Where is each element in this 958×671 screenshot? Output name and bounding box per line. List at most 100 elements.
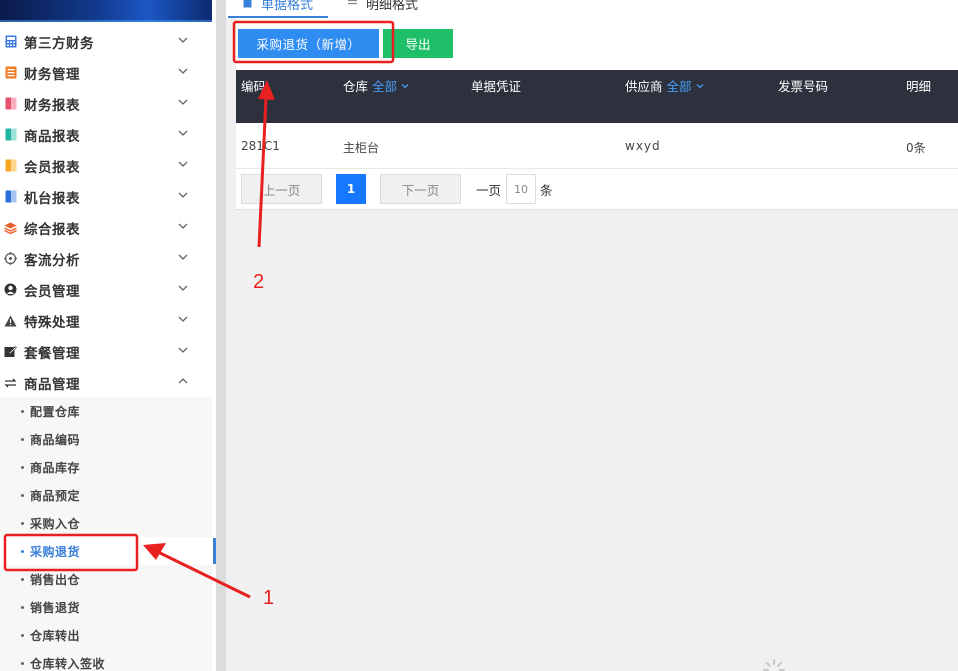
edit-icon	[4, 345, 17, 358]
per-page-unit: 条	[540, 183, 553, 198]
sidebar-item-label: 会员报表	[24, 159, 80, 176]
chevron-down-icon	[178, 285, 188, 291]
purchase-return-new-button[interactable]: 采购退货（新增）	[238, 29, 379, 58]
column-header-code: 编码	[241, 76, 266, 95]
finance-report-icon	[4, 97, 17, 110]
tab-label: 单据格式	[261, 0, 314, 13]
submenu-item-label: 商品库存	[30, 460, 81, 475]
export-button[interactable]: 导出	[383, 29, 453, 58]
sidebar-item-label: 客流分析	[24, 252, 80, 269]
sidebar-item-label: 机台报表	[24, 190, 80, 207]
target-icon	[4, 252, 17, 265]
chevron-down-icon[interactable]	[696, 82, 704, 90]
tab-label: 明细格式	[366, 0, 419, 13]
submenu-item-label: 销售退货	[30, 600, 81, 615]
goods-report-icon	[4, 128, 17, 141]
per-page-input[interactable]	[506, 174, 536, 204]
header-label: 供应商	[625, 79, 663, 94]
sidebar-item-finance-report[interactable]: 财务报表	[0, 88, 212, 119]
sidebar-item-comprehensive-report[interactable]: 综合报表	[0, 212, 212, 243]
header-label: 仓库	[343, 79, 369, 94]
chevron-down-icon	[178, 223, 188, 229]
sidebar-item-package-management[interactable]: 套餐管理	[0, 336, 212, 367]
sidebar-item-label: 综合报表	[24, 221, 80, 238]
tab-detail-format[interactable]: 明细格式	[348, 0, 418, 13]
sidebar-item-traffic-analysis[interactable]: 客流分析	[0, 243, 212, 274]
per-page-label: 一页	[476, 183, 502, 198]
loading-spinner-icon	[763, 659, 785, 671]
submenu-item-label: 商品编码	[30, 432, 81, 447]
page-number-button[interactable]: 1	[336, 174, 366, 204]
sidebar-item-goods-management[interactable]: 商品管理	[0, 367, 212, 398]
bullet-icon	[21, 549, 24, 553]
annotation-marker-1: 1	[263, 587, 275, 609]
list-icon	[348, 0, 357, 10]
column-header-supplier: 供应商 全部	[625, 76, 704, 95]
sidebar-item-label: 商品管理	[24, 376, 80, 393]
cell-warehouse: 主柜台	[343, 141, 380, 155]
chevron-down-icon[interactable]	[401, 82, 409, 90]
submenu-item-label: 配置仓库	[30, 404, 81, 419]
column-header-detail: 明细	[906, 76, 931, 95]
swap-icon	[4, 376, 17, 389]
submenu-item-sales-out[interactable]: 销售出仓	[0, 565, 212, 593]
submenu-item-purchase-in[interactable]: 采购入仓	[0, 509, 212, 537]
user-icon	[4, 283, 17, 296]
sidebar-item-label: 第三方财务	[24, 35, 94, 52]
column-header-voucher: 单据凭证	[471, 76, 521, 95]
submenu-item-sales-return[interactable]: 销售退货	[0, 593, 212, 621]
sidebar-item-special-handling[interactable]: 特殊处理	[0, 305, 212, 336]
machine-report-icon	[4, 190, 17, 203]
sidebar-item-label: 特殊处理	[24, 314, 80, 331]
chevron-down-icon	[178, 99, 188, 105]
submenu-item-warehouse-transfer-out[interactable]: 仓库转出	[0, 621, 212, 649]
sidebar-banner	[0, 0, 212, 22]
submenu-item-goods-code[interactable]: 商品编码	[0, 425, 212, 453]
submenu-item-label: 商品预定	[30, 488, 81, 503]
sidebar-item-member-management[interactable]: 会员管理	[0, 274, 212, 305]
chevron-down-icon	[178, 37, 188, 43]
cell-supplier: wxyd	[625, 139, 661, 153]
column-header-warehouse: 仓库 全部	[343, 76, 409, 95]
submenu-item-label: 销售出仓	[30, 572, 81, 587]
submenu-item-warehouse-transfer-in[interactable]: 仓库转入签收	[0, 649, 212, 671]
prev-page-button[interactable]: 上一页	[241, 174, 322, 204]
member-report-icon	[4, 159, 17, 172]
submenu-item-config-warehouse[interactable]: 配置仓库	[0, 397, 212, 425]
sidebar-item-third-party-finance[interactable]: 第三方财务	[0, 26, 212, 57]
chevron-down-icon	[178, 316, 188, 322]
bullet-icon	[21, 661, 24, 665]
submenu-item-label: 采购入仓	[30, 516, 81, 531]
sidebar-scrollbar[interactable]	[216, 0, 226, 671]
table-row[interactable]: 281C1 主柜台 wxyd 0条	[236, 123, 958, 169]
sidebar-item-member-report[interactable]: 会员报表	[0, 150, 212, 181]
header-label: 发票号码	[778, 79, 829, 94]
bullet-icon	[21, 577, 24, 581]
sidebar-item-label: 商品报表	[24, 128, 80, 145]
submenu-item-goods-reservation[interactable]: 商品预定	[0, 481, 212, 509]
chevron-down-icon	[178, 254, 188, 260]
sidebar-item-finance-management[interactable]: 财务管理	[0, 57, 212, 88]
submenu-item-goods-stock[interactable]: 商品库存	[0, 453, 212, 481]
warehouse-filter[interactable]: 全部	[372, 76, 397, 95]
format-tabs: 单据格式 明细格式	[226, 0, 958, 18]
ledger-icon	[4, 66, 17, 79]
layers-icon	[4, 221, 17, 234]
cell-code: 281C1	[241, 139, 280, 153]
header-label: 单据凭证	[471, 79, 522, 94]
tab-doc-format[interactable]: 单据格式	[243, 0, 313, 13]
chevron-up-icon	[178, 378, 188, 384]
header-label: 编码	[241, 79, 267, 94]
next-page-button[interactable]: 下一页	[380, 174, 461, 204]
sidebar-item-goods-report[interactable]: 商品报表	[0, 119, 212, 150]
sidebar-item-label: 套餐管理	[24, 345, 80, 362]
sidebar-item-label: 会员管理	[24, 283, 80, 300]
supplier-filter[interactable]: 全部	[667, 76, 692, 95]
submenu-item-purchase-return[interactable]: 采购退货	[0, 537, 212, 565]
sidebar-item-machine-report[interactable]: 机台报表	[0, 181, 212, 212]
bullet-icon	[21, 493, 24, 497]
cell-detail[interactable]: 0条	[906, 139, 926, 156]
table-header: 编码 仓库 全部 单据凭证 供应商 全部 发票号码 明细	[236, 70, 958, 123]
calculator-icon	[4, 35, 17, 48]
column-header-invoice: 发票号码	[778, 76, 828, 95]
